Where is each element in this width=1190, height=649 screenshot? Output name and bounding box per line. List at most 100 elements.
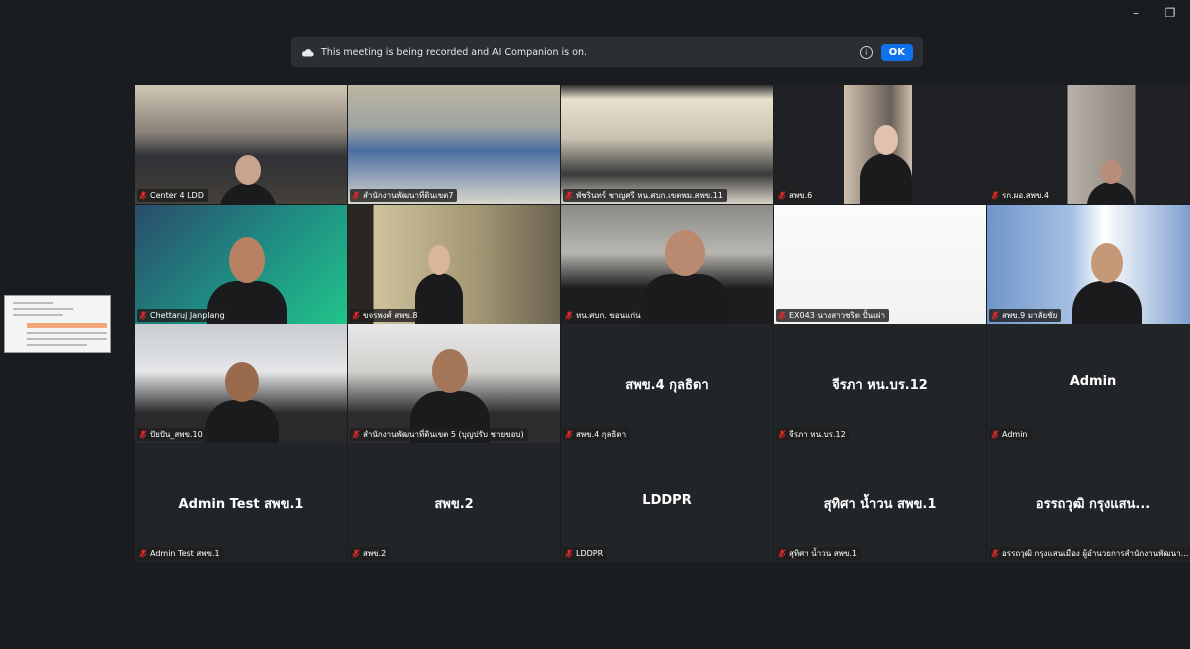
window-controls: – ❐ <box>1130 6 1176 20</box>
participant-name: Chettaruj Janplang <box>150 311 225 320</box>
participant-name: สำนักงานพัฒนาที่ดินเขต 5 (บุญปรับ ชายขอบ… <box>363 430 524 439</box>
minimize-button[interactable]: – <box>1130 6 1142 20</box>
participant-tile[interactable]: ปัยปัน_สพข.10 <box>135 324 347 443</box>
participant-name: สำนักงานพัฒนาที่ดินเขต7 <box>363 191 454 200</box>
participant-tile[interactable]: ขจรพงศ์ สพข.8 <box>348 205 560 324</box>
participant-tile[interactable]: สพข.4 กุลธิดา สพข.4 กุลธิดา <box>561 324 773 443</box>
participant-name: อรรถวุฒิ กรุงแสนเมือง ผู้อำนวยการสำนักงา… <box>1002 549 1190 558</box>
muted-mic-icon <box>778 311 786 320</box>
muted-mic-icon <box>139 191 147 200</box>
participant-name-tag: สพข.9 มาลัยชัย <box>989 309 1062 322</box>
participant-tile[interactable]: สำนักงานพัฒนาที่ดินเขต7 <box>348 85 560 204</box>
muted-mic-icon <box>991 549 999 558</box>
participant-video <box>987 85 1190 204</box>
participant-tile[interactable]: สพข.6 <box>774 85 986 204</box>
participant-name-tag: Admin <box>989 428 1032 441</box>
participant-name-tag: รก.ผอ.สพข.4 <box>989 189 1053 202</box>
participant-video <box>774 85 986 204</box>
participant-display-name: สพข.4 กุลธิดา <box>625 378 709 393</box>
muted-mic-icon <box>352 311 360 320</box>
recording-banner: This meeting is being recorded and AI Co… <box>291 37 923 67</box>
shared-content-thumbnail[interactable] <box>4 295 111 353</box>
participant-video <box>348 324 560 443</box>
participant-name: ปัยปัน_สพข.10 <box>150 430 203 439</box>
participant-name: พัชรินทร์ ชาญศรี หน.ศบก.เขตพม.สพข.11 <box>576 191 723 200</box>
muted-mic-icon <box>991 191 999 200</box>
participant-video <box>561 85 773 204</box>
participant-video <box>774 205 986 324</box>
participant-name-tag: Admin Test สพข.1 <box>137 547 224 560</box>
participant-tile[interactable]: Admin Test สพข.1 Admin Test สพข.1 <box>135 443 347 562</box>
participant-tile[interactable]: จีรภา หน.บร.12 จีรภา หน.บร.12 <box>774 324 986 443</box>
participant-name: สพข.4 กุลธิดา <box>576 430 627 439</box>
participant-name-tag: สพข.2 <box>350 547 391 560</box>
participant-display-name: Admin <box>1069 374 1117 389</box>
participant-tile[interactable]: สำนักงานพัฒนาที่ดินเขต 5 (บุญปรับ ชายขอบ… <box>348 324 560 443</box>
muted-mic-icon <box>991 311 999 320</box>
muted-mic-icon <box>778 549 786 558</box>
muted-mic-icon <box>565 549 573 558</box>
muted-mic-icon <box>139 549 147 558</box>
participant-name: สพข.2 <box>363 549 387 558</box>
participant-name-tag: หน.ศบก. ขอนแก่น <box>563 309 645 322</box>
restore-button[interactable]: ❐ <box>1164 6 1176 20</box>
participant-name-tag: อรรถวุฒิ กรุงแสนเมือง ผู้อำนวยการสำนักงา… <box>989 547 1190 560</box>
participant-name-tag: Chettaruj Janplang <box>137 309 229 322</box>
participant-video <box>987 205 1190 324</box>
participant-tile[interactable]: LDDPR LDDPR <box>561 443 773 562</box>
participant-name-tag: LDDPR <box>563 547 608 560</box>
participant-tile[interactable]: EX043 นางสาวชริต ปั้นเผ่า <box>774 205 986 324</box>
participant-video <box>135 85 347 204</box>
muted-mic-icon <box>139 430 147 439</box>
muted-mic-icon <box>991 430 999 439</box>
muted-mic-icon <box>565 311 573 320</box>
participant-display-name: จีรภา หน.บร.12 <box>832 378 928 393</box>
participant-name-tag: สพข.4 กุลธิดา <box>563 428 631 441</box>
participant-name: Admin Test สพข.1 <box>150 549 220 558</box>
participant-display-name: สุทิศา น้ำวน สพข.1 <box>823 497 937 512</box>
participant-display-name: LDDPR <box>642 493 692 508</box>
participant-video <box>348 85 560 204</box>
participant-name: Admin <box>1002 430 1028 439</box>
participant-name-tag: สพข.6 <box>776 189 817 202</box>
participant-tile[interactable]: สุทิศา น้ำวน สพข.1 สุทิศา น้ำวน สพข.1 <box>774 443 986 562</box>
participant-video <box>348 205 560 324</box>
participant-name-tag: สำนักงานพัฒนาที่ดินเขต 5 (บุญปรับ ชายขอบ… <box>350 428 528 441</box>
banner-message: This meeting is being recorded and AI Co… <box>321 46 587 58</box>
participant-name-tag: Center 4 LDD <box>137 189 208 202</box>
participant-name-tag: สุทิศา น้ำวน สพข.1 <box>776 547 861 560</box>
participant-tile[interactable]: หน.ศบก. ขอนแก่น <box>561 205 773 324</box>
muted-mic-icon <box>778 191 786 200</box>
muted-mic-icon <box>352 430 360 439</box>
participant-name-tag: EX043 นางสาวชริต ปั้นเผ่า <box>776 309 890 322</box>
participant-tile[interactable]: พัชรินทร์ ชาญศรี หน.ศบก.เขตพม.สพข.11 <box>561 85 773 204</box>
participant-tile[interactable]: อรรถวุฒิ กรุงแสน... อรรถวุฒิ กรุงแสนเมือ… <box>987 443 1190 562</box>
participant-video <box>135 324 347 443</box>
participant-name: หน.ศบก. ขอนแก่น <box>576 311 641 320</box>
muted-mic-icon <box>565 430 573 439</box>
participant-name: จีรภา หน.บร.12 <box>789 430 846 439</box>
participant-name-tag: พัชรินทร์ ชาญศรี หน.ศบก.เขตพม.สพข.11 <box>563 189 727 202</box>
participant-tile[interactable]: Chettaruj Janplang <box>135 205 347 324</box>
participant-name: รก.ผอ.สพข.4 <box>1002 191 1049 200</box>
participant-tile[interactable]: สพข.9 มาลัยชัย <box>987 205 1190 324</box>
participant-name: สุทิศา น้ำวน สพข.1 <box>789 549 857 558</box>
participant-display-name: อรรถวุฒิ กรุงแสน... <box>1035 497 1151 512</box>
muted-mic-icon <box>139 311 147 320</box>
participant-display-name: Admin Test สพข.1 <box>178 497 304 512</box>
participant-tile[interactable]: รก.ผอ.สพข.4 <box>987 85 1190 204</box>
participant-name: Center 4 LDD <box>150 191 204 200</box>
participant-name-tag: ขจรพงศ์ สพข.8 <box>350 309 422 322</box>
participant-video <box>135 205 347 324</box>
participant-display-name: สพข.2 <box>434 497 474 512</box>
participant-name: ขจรพงศ์ สพข.8 <box>363 311 418 320</box>
ok-button[interactable]: OK <box>880 43 913 61</box>
info-icon[interactable]: i <box>859 45 873 59</box>
muted-mic-icon <box>778 430 786 439</box>
participant-name-tag: สำนักงานพัฒนาที่ดินเขต7 <box>350 189 458 202</box>
participant-tile[interactable]: Admin Admin <box>987 324 1190 443</box>
participant-name-tag: จีรภา หน.บร.12 <box>776 428 850 441</box>
participant-tile[interactable]: Center 4 LDD <box>135 85 347 204</box>
participant-video <box>561 205 773 324</box>
participant-tile[interactable]: สพข.2 สพข.2 <box>348 443 560 562</box>
